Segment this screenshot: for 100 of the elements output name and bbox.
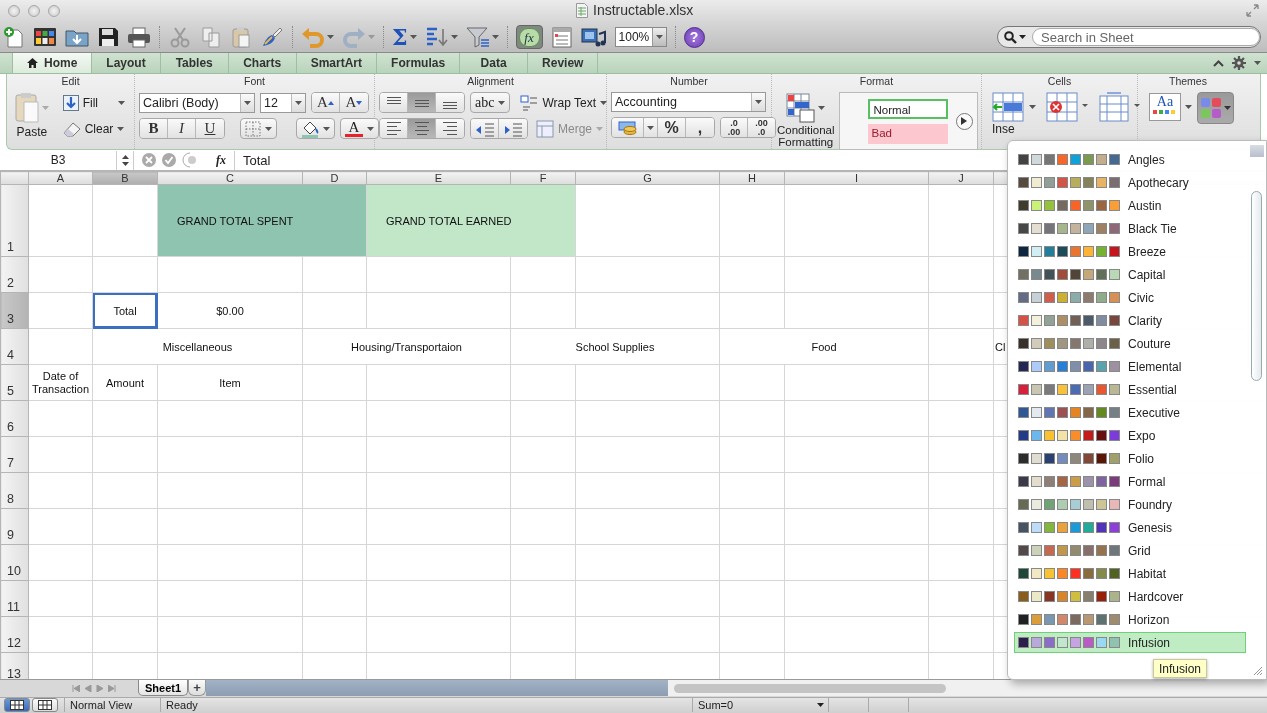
row-header[interactable]: 2 [0,256,29,293]
table-cell[interactable]: GRAND TOTAL SPENT [157,184,367,257]
row-header[interactable]: 8 [0,472,29,509]
row-header[interactable]: 9 [0,508,29,545]
caret-icon[interactable] [647,125,654,130]
theme-menu-item[interactable]: Horizon [1014,609,1246,630]
column-header[interactable]: J [928,171,994,185]
table-cell[interactable]: School Supplies [510,328,720,365]
table-cell[interactable]: Food [719,328,929,365]
save-icon[interactable] [97,26,119,48]
font-name-field[interactable]: Calibri (Body) [139,92,255,113]
horizontal-align-button[interactable] [408,119,436,138]
row-header[interactable]: 1 [0,184,29,257]
media-browser-icon[interactable] [580,26,607,48]
name-box[interactable]: B3 [0,153,116,168]
decrease-decimal-button[interactable]: .00 .0 [748,118,775,137]
insert-cells-icon[interactable] [992,92,1026,122]
underline-button[interactable]: U [196,119,224,138]
template-gallery-icon[interactable] [33,26,57,48]
row-header[interactable]: 3 [0,292,29,329]
horizontal-align-button[interactable] [436,119,464,138]
resize-grip-icon[interactable] [1253,666,1263,676]
ribbon-tab[interactable]: Layout [92,53,161,73]
caret-icon[interactable] [1029,105,1036,109]
theme-menu-item[interactable]: Austin [1014,195,1246,216]
ribbon-tab[interactable]: Home [12,53,93,73]
vertical-align-button[interactable] [436,93,464,112]
print-icon[interactable] [127,26,151,48]
column-header[interactable]: H [719,171,785,185]
sheet-tab[interactable]: Sheet1 [138,680,189,697]
row-header[interactable]: 11 [0,580,29,617]
theme-menu-item[interactable]: Civic [1014,287,1246,308]
scrollbar-thumb[interactable] [1251,191,1262,381]
theme-menu-item[interactable]: Grid [1014,540,1246,561]
table-cell[interactable]: Miscellaneous [92,328,303,365]
caret-icon[interactable] [244,100,251,105]
comma-button[interactable]: , [686,118,714,137]
caret-icon[interactable] [118,100,125,105]
add-sheet-button[interactable]: + [188,680,207,697]
caret-icon[interactable] [755,100,762,104]
ribbon-tab[interactable]: Formulas [377,53,461,73]
zoom-field[interactable]: 100% [614,27,667,47]
caret-icon[interactable] [600,100,607,105]
caret-icon[interactable] [367,126,374,131]
table-cell[interactable]: Date of Transaction [28,364,93,401]
theme-menu-item[interactable]: Clarity [1014,310,1246,331]
function-toggle-icon[interactable] [182,152,198,169]
cell-style-item[interactable]: Bad [867,123,948,144]
row-header[interactable]: 10 [0,544,29,581]
row-header[interactable]: 5 [0,364,29,401]
sum-field[interactable]: Sum=0 [692,698,828,713]
table-cell[interactable]: Item [157,364,303,401]
font-size-field[interactable]: 12 [260,92,306,113]
column-header[interactable]: E [366,171,511,185]
caret-icon[interactable] [1019,35,1026,39]
normal-view-button[interactable] [4,698,30,713]
theme-menu-item[interactable]: Couture [1014,333,1246,354]
fullscreen-icon[interactable] [1246,4,1259,17]
format-cells-icon[interactable] [1098,92,1140,122]
search-field[interactable]: Search in Sheet [997,26,1261,48]
paintbrush-icon[interactable] [260,26,284,48]
theme-menu-item[interactable]: Expo [1014,425,1246,446]
toolbox-icon[interactable] [550,26,573,48]
caret-icon[interactable] [295,100,302,105]
table-cell[interactable]: Amount [92,364,158,401]
horizontal-align-button[interactable] [380,119,408,138]
ribbon-tab[interactable]: Tables [160,53,229,73]
scrollbar-thumb[interactable] [674,683,947,693]
table-cell[interactable]: Total [92,292,158,329]
table-cell[interactable]: Housing/Transportaion [302,328,511,365]
column-header[interactable]: C [157,171,303,185]
theme-menu-item[interactable]: Angles [1014,149,1246,170]
theme-menu-item[interactable]: Apothecary [1014,172,1246,193]
italic-button[interactable]: I [168,119,196,138]
column-header[interactable]: F [510,171,576,185]
fill-color-button[interactable] [296,118,335,139]
caret-icon[interactable] [817,703,824,708]
fill-button[interactable]: Fill [57,92,130,113]
theme-colors-button[interactable] [1197,92,1234,124]
filter-icon[interactable] [465,26,490,48]
increase-decimal-button[interactable]: .0 .00 [721,118,748,137]
caret-icon[interactable] [818,106,826,110]
theme-menu-item[interactable]: Breeze [1014,241,1246,262]
column-header[interactable]: A [28,171,93,185]
more-styles-button[interactable] [955,112,973,130]
caret-icon[interactable] [498,100,506,105]
new-document-icon[interactable] [3,26,25,48]
wrap-text-button[interactable]: Wrap Text [515,92,612,113]
gear-icon[interactable] [1232,56,1246,70]
ribbon-tab[interactable]: Review [528,53,599,73]
caret-icon[interactable] [1185,105,1192,109]
orientation-button[interactable]: abc [470,92,511,113]
theme-menu-item[interactable]: Infusion [1014,632,1246,653]
clear-button[interactable]: Clear [57,118,130,139]
theme-menu-item[interactable]: Black Tie [1014,218,1246,239]
borders-button[interactable] [240,118,277,139]
row-header[interactable]: 4 [0,328,29,365]
theme-menu-item[interactable]: Foundry [1014,494,1246,515]
shrink-font-button[interactable]: A [340,93,368,112]
caret-icon[interactable] [117,126,125,131]
